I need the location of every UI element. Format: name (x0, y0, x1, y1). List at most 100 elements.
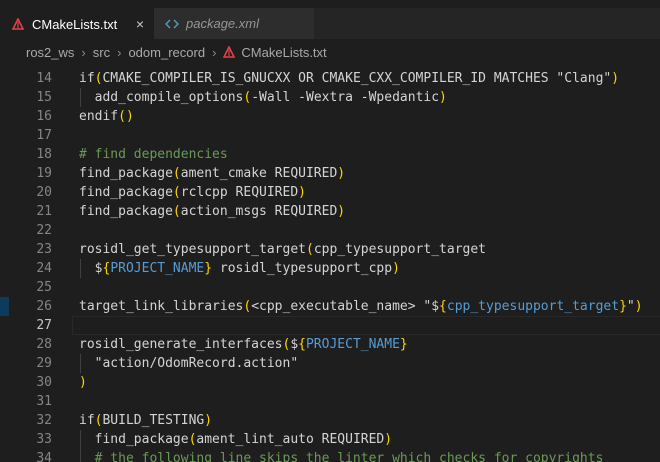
code-token: if (79, 413, 95, 428)
line-number: 26 (36, 299, 52, 314)
line-number: 15 (36, 90, 52, 105)
code-token: BUILD_TESTING (102, 413, 205, 428)
code-token: } (619, 299, 627, 314)
code-token: find_package (79, 185, 173, 200)
line-number: 24 (36, 261, 52, 276)
title-strip (0, 0, 660, 8)
code-line[interactable]: 29 "action/OdomRecord.action" (0, 354, 660, 373)
code-line[interactable]: 20 find_package(rclcpp REQUIRED) (0, 183, 660, 202)
code-line[interactable]: 30) (0, 373, 660, 392)
code-line[interactable]: 15 add_compile_options(-Wall -Wextra -Wp… (0, 88, 660, 107)
editor-tab-bar: CMakeLists.txt × package.xml (0, 8, 660, 39)
code-token: () (118, 109, 134, 124)
code-line[interactable]: 31 (0, 392, 660, 411)
code-line[interactable]: 14 if(CMAKE_COMPILER_IS_GNUCXX OR CMAKE_C… (0, 69, 660, 88)
line-number: 34 (36, 451, 52, 462)
line-number: 21 (36, 204, 52, 219)
breadcrumb: ros2_ws › src › odom_record › CMakeLists… (0, 39, 660, 65)
code-token: ) (337, 166, 346, 181)
code-line[interactable]: 18 # find dependencies (0, 145, 660, 164)
code-token: $ (79, 261, 103, 276)
line-number: 23 (36, 242, 52, 257)
line-number: 17 (36, 128, 52, 143)
code-token: # find dependencies (79, 147, 228, 162)
code-line[interactable]: 26 target_link_libraries(<cpp_executable_… (0, 297, 660, 316)
code-line[interactable]: 16 endif() (0, 107, 660, 126)
code-text: if(CMAKE_COMPILER_IS_GNUCXX OR CMAKE_CXX… (79, 69, 619, 88)
chevron-right-icon: › (212, 44, 217, 60)
code-line[interactable]: 34 # the following line skips the linter… (0, 449, 660, 462)
code-line[interactable]: 33 find_package(ament_lint_auto REQUIRED… (0, 430, 660, 449)
code-text: find_package(rclcpp REQUIRED) (79, 183, 306, 202)
code-token: $ (290, 337, 299, 352)
line-number: 33 (36, 432, 52, 447)
code-token: find_package (79, 432, 189, 447)
line-number: 27 (36, 318, 52, 333)
code-token: ( (172, 185, 181, 200)
code-token: PROJECT_NAME (110, 261, 205, 276)
code-token: rosidl_get_typesupport_target (79, 242, 306, 257)
xml-code-icon (164, 18, 180, 29)
code-token: ( (172, 166, 181, 181)
code-line[interactable]: 17 (0, 126, 660, 145)
line-number: 29 (36, 356, 52, 371)
code-line[interactable]: 27 (0, 316, 660, 335)
code-text: rosidl_generate_interfaces(${PROJECT_NAM… (79, 335, 408, 354)
code-text: ) (79, 373, 87, 392)
code-text: find_package(ament_lint_auto REQUIRED) (79, 430, 392, 449)
code-token: cpp_typesupport_target (313, 242, 486, 257)
close-icon[interactable]: × (136, 16, 144, 32)
chevron-right-icon: › (117, 44, 122, 60)
code-token: " (626, 299, 635, 314)
tab-package-xml[interactable]: package.xml (154, 8, 314, 39)
current-line-highlight (72, 316, 660, 335)
code-editor[interactable]: 14 if(CMAKE_COMPILER_IS_GNUCXX OR CMAKE_C… (0, 69, 660, 462)
code-token: rosidl_typesupport_cpp (212, 261, 393, 276)
code-line[interactable]: 21 find_package(action_msgs REQUIRED) (0, 202, 660, 221)
breadcrumb-item-ros2-ws[interactable]: ros2_ws (26, 45, 74, 60)
code-line[interactable]: 23 rosidl_get_typesupport_target(cpp_type… (0, 240, 660, 259)
code-text: # the following line skips the linter wh… (79, 449, 604, 462)
code-line[interactable]: 22 (0, 221, 660, 240)
code-text: target_link_libraries(<cpp_executable_na… (79, 297, 643, 316)
code-text: ${PROJECT_NAME} rosidl_typesupport_cpp) (79, 259, 400, 278)
code-text: rosidl_get_typesupport_target(cpp_typesu… (79, 240, 486, 259)
code-token: rosidl_generate_interfaces (79, 337, 283, 352)
code-line[interactable]: 19 find_package(ament_cmake REQUIRED) (0, 164, 660, 183)
code-token: ) (439, 90, 447, 105)
code-token: ) (392, 261, 400, 276)
code-token: ) (79, 375, 87, 390)
tab-label: CMakeLists.txt (32, 16, 118, 32)
code-line[interactable]: 24 ${PROJECT_NAME} rosidl_typesupport_cp… (0, 259, 660, 278)
breadcrumb-item-cmakelists[interactable]: CMakeLists.txt (241, 45, 326, 60)
code-text: # find dependencies (79, 145, 228, 164)
code-token: if (79, 71, 95, 86)
line-number: 31 (36, 394, 52, 409)
chevron-right-icon: › (81, 44, 86, 60)
code-token: ) (204, 413, 213, 428)
tab-cmakelists[interactable]: CMakeLists.txt × (0, 8, 154, 39)
code-token: { (298, 337, 306, 352)
code-token: } (204, 261, 213, 276)
line-number: 28 (36, 337, 52, 352)
code-token: <cpp_executable_name> "$ (251, 299, 440, 314)
breadcrumb-item-odom-record[interactable]: odom_record (128, 45, 205, 60)
line-number: 19 (36, 166, 52, 181)
tab-label: package.xml (186, 16, 259, 31)
breadcrumb-item-src[interactable]: src (93, 45, 110, 60)
code-line[interactable]: 32 if(BUILD_TESTING) (0, 411, 660, 430)
code-token: rclcpp REQUIRED (180, 185, 299, 200)
code-text: if(BUILD_TESTING) (79, 411, 212, 430)
code-token: action_msgs REQUIRED (180, 204, 338, 219)
code-token: ament_cmake REQUIRED (180, 166, 338, 181)
line-number: 20 (36, 185, 52, 200)
code-line[interactable]: 28 rosidl_generate_interfaces(${PROJECT_N… (0, 335, 660, 354)
code-token: ) (337, 204, 346, 219)
code-token: find_package (79, 166, 173, 181)
code-line[interactable]: 25 (0, 278, 660, 297)
code-token: ) (634, 299, 643, 314)
code-token: ) (611, 71, 620, 86)
code-token: CMAKE_COMPILER_IS_GNUCXX OR CMAKE_CXX_CO… (102, 71, 612, 86)
code-text: find_package(action_msgs REQUIRED) (79, 202, 345, 221)
